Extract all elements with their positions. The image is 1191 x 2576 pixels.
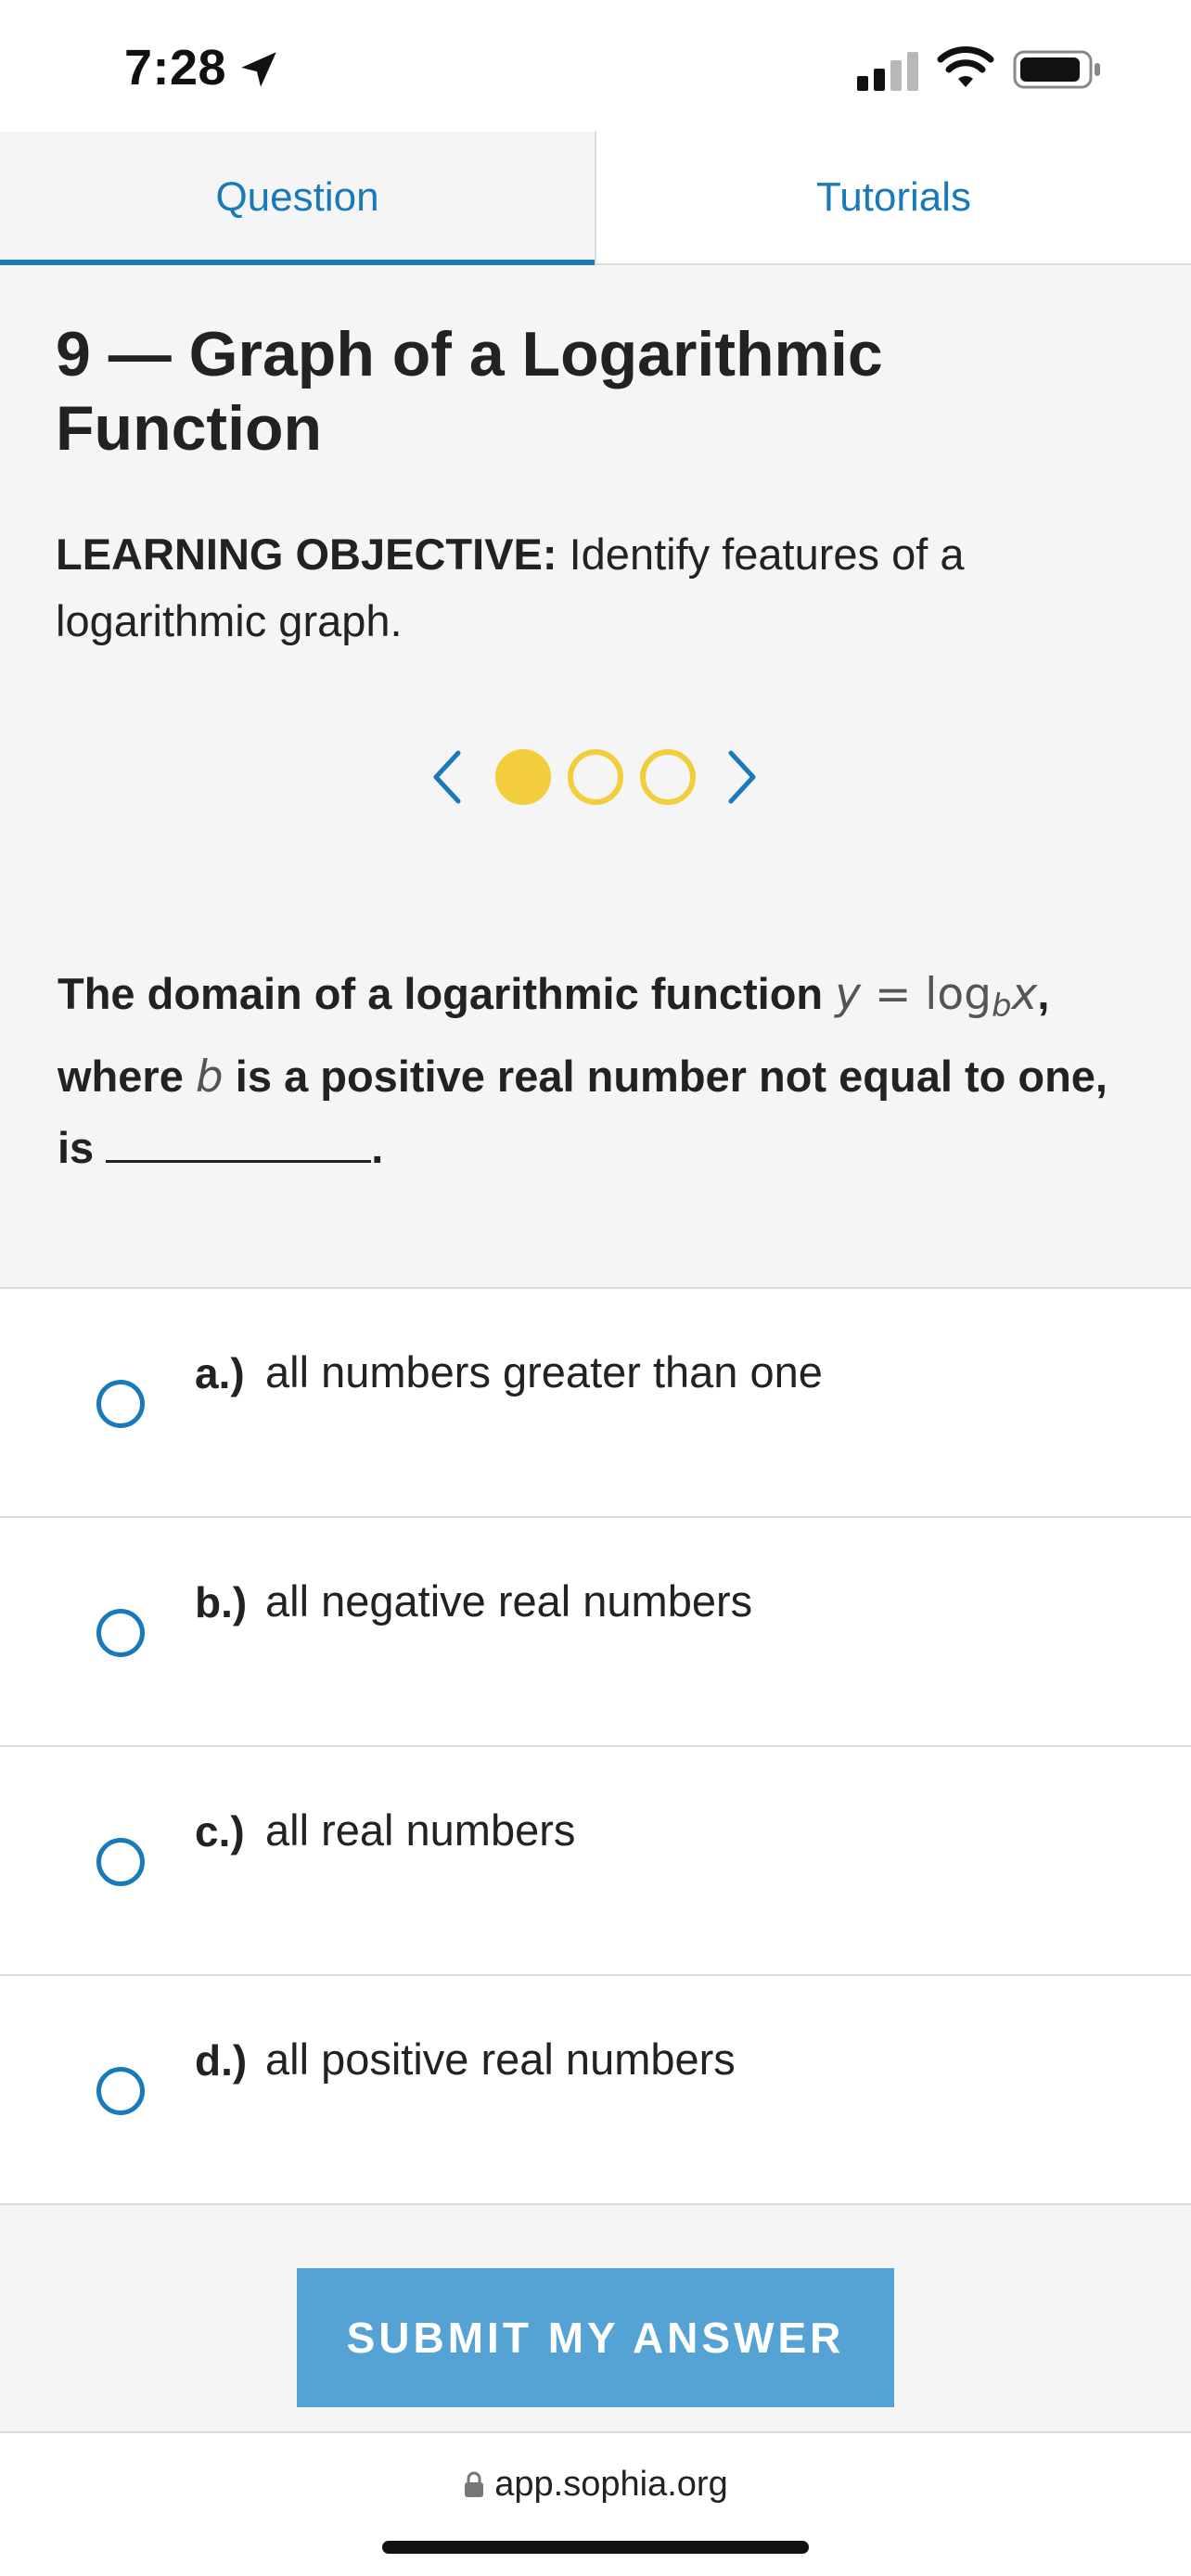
tab-tutorials[interactable]: Tutorials bbox=[595, 132, 1191, 263]
option-text: all numbers greater than one bbox=[265, 1347, 823, 1396]
tab-bar: Question Tutorials bbox=[0, 132, 1191, 265]
math-var-x: x bbox=[1011, 969, 1038, 1020]
answer-blank bbox=[106, 1122, 372, 1163]
option-b[interactable]: b.) all negative real numbers bbox=[0, 1518, 1191, 1747]
home-indicator bbox=[382, 2541, 809, 2554]
submit-answer-button[interactable]: SUBMIT MY ANSWER bbox=[297, 2268, 894, 2407]
radio-button[interactable] bbox=[96, 1609, 145, 1657]
math-log: = log bbox=[861, 969, 992, 1020]
radio-button[interactable] bbox=[96, 1838, 145, 1886]
option-letter: d.) bbox=[195, 2036, 248, 2085]
wifi-icon bbox=[937, 46, 994, 87]
answer-options: a.) all numbers greater than one b.) all… bbox=[0, 1287, 1191, 2205]
option-text: all real numbers bbox=[265, 1805, 576, 1855]
question-part: . bbox=[371, 1123, 384, 1172]
option-letter: c.) bbox=[195, 1807, 245, 1855]
math-expression: y = logbx bbox=[835, 969, 1038, 1025]
cellular-signal-icon bbox=[857, 52, 918, 91]
page-title: 9 — Graph of a Logarithmic Function bbox=[56, 319, 883, 464]
math-base: b bbox=[991, 988, 1012, 1025]
option-letter: a.) bbox=[195, 1349, 245, 1397]
browser-url-bar: app.sophia.org bbox=[0, 2431, 1191, 2576]
question-text: The domain of a logarithmic function y =… bbox=[58, 959, 1133, 1183]
status-time: 7:28 bbox=[124, 40, 227, 96]
question-carousel bbox=[427, 740, 770, 814]
status-bar: 7:28 bbox=[0, 0, 1191, 132]
option-text: all negative real numbers bbox=[265, 1576, 753, 1626]
option-text: all positive real numbers bbox=[265, 2034, 736, 2084]
url-display[interactable]: app.sophia.org bbox=[0, 2465, 1191, 2505]
battery-icon bbox=[1013, 50, 1100, 89]
learning-objective: LEARNING OBJECTIVE: Identify features of… bbox=[56, 521, 1113, 655]
option-letter: b.) bbox=[195, 1578, 248, 1626]
objective-label: LEARNING OBJECTIVE: bbox=[56, 529, 557, 579]
tab-question[interactable]: Question bbox=[0, 132, 595, 265]
location-arrow-icon bbox=[241, 52, 276, 87]
option-a[interactable]: a.) all numbers greater than one bbox=[0, 1289, 1191, 1518]
carousel-dot-1[interactable] bbox=[495, 749, 551, 805]
chevron-right-icon[interactable] bbox=[722, 747, 762, 807]
url-text: app.sophia.org bbox=[494, 2465, 728, 2504]
radio-button[interactable] bbox=[96, 2067, 145, 2115]
question-part: The domain of a logarithmic function bbox=[58, 969, 836, 1018]
carousel-dot-2[interactable] bbox=[568, 749, 623, 805]
math-var-y: y bbox=[835, 969, 862, 1020]
chevron-left-icon[interactable] bbox=[427, 747, 467, 807]
carousel-dot-3[interactable] bbox=[640, 749, 696, 805]
option-d[interactable]: d.) all positive real numbers bbox=[0, 1976, 1191, 2205]
option-c[interactable]: c.) all real numbers bbox=[0, 1747, 1191, 1976]
math-b: b bbox=[195, 1052, 224, 1103]
radio-button[interactable] bbox=[96, 1380, 145, 1428]
math-var-b: b bbox=[196, 1052, 224, 1103]
lock-icon bbox=[465, 2471, 484, 2497]
